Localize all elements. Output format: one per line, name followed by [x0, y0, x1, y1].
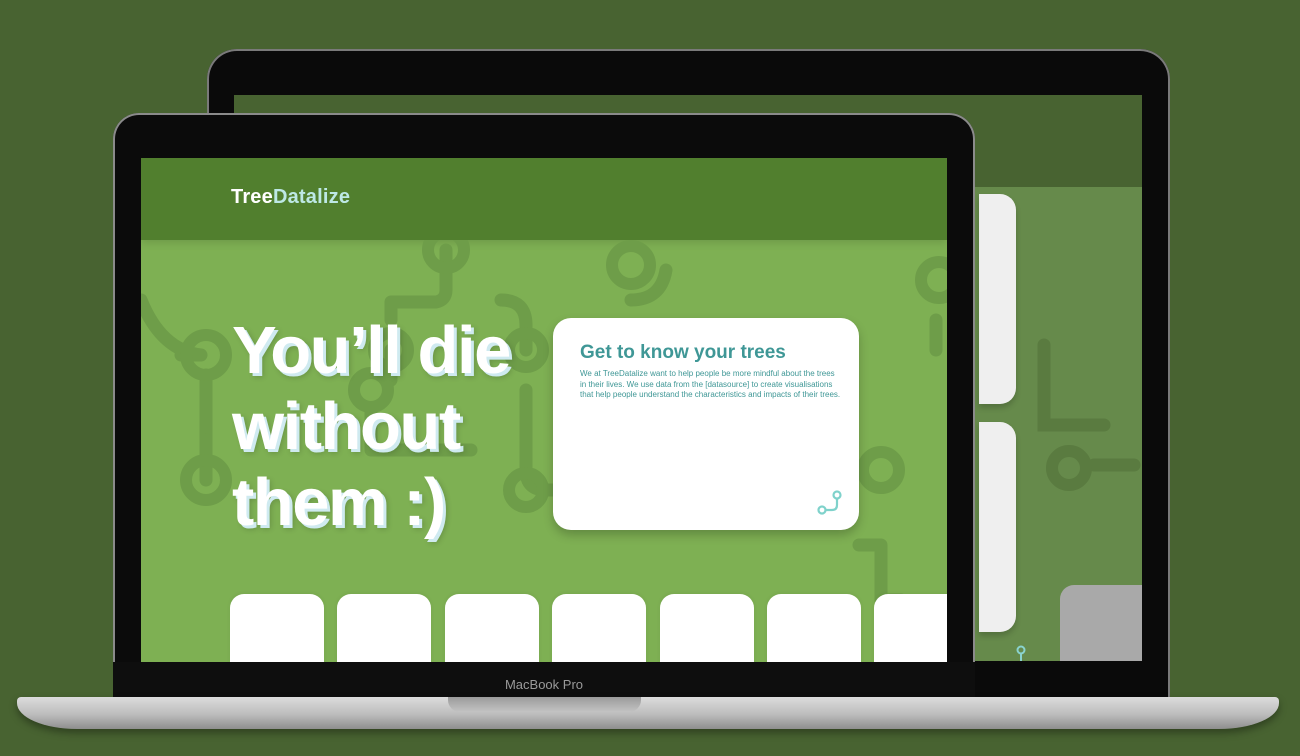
brand-logo[interactable]: TreeDatalize	[231, 186, 350, 209]
hero-heading: You’ll die without them :)	[232, 313, 552, 541]
feature-tile-5[interactable]	[660, 594, 754, 662]
feature-tile-4[interactable]	[552, 594, 646, 662]
website-screen: TreeDatalize You’ll die without them:) …	[141, 158, 947, 662]
hero-line-1: You’ll die	[232, 313, 511, 388]
back-card-top	[979, 194, 1016, 404]
brand-logo-part1: Tree	[231, 186, 273, 208]
intro-card[interactable]: Get to know your trees We at TreeDataliz…	[553, 318, 859, 530]
back-gray-tile	[1060, 585, 1142, 661]
back-node-icon	[1016, 645, 1026, 661]
feature-tile-6[interactable]	[767, 594, 861, 662]
intro-card-body: We at TreeDatalize want to help people b…	[580, 369, 841, 399]
feature-tile-2[interactable]	[337, 594, 431, 662]
hero-line-2: without	[232, 389, 461, 464]
site-header: TreeDatalize	[141, 158, 947, 240]
feature-tile-7[interactable]	[874, 594, 947, 662]
back-card-bottom	[979, 422, 1016, 632]
feature-tile-1[interactable]	[230, 594, 324, 662]
feature-tile-3[interactable]	[445, 594, 539, 662]
brand-logo-part2: Datalize	[272, 186, 351, 208]
hero-line-3: them :)	[232, 465, 446, 540]
branch-node-icon[interactable]	[817, 490, 843, 516]
laptop-opening-notch	[448, 697, 641, 712]
laptop-base	[17, 697, 1279, 729]
device-label: MacBook Pro	[504, 677, 584, 692]
intro-card-title: Get to know your trees	[580, 342, 786, 363]
